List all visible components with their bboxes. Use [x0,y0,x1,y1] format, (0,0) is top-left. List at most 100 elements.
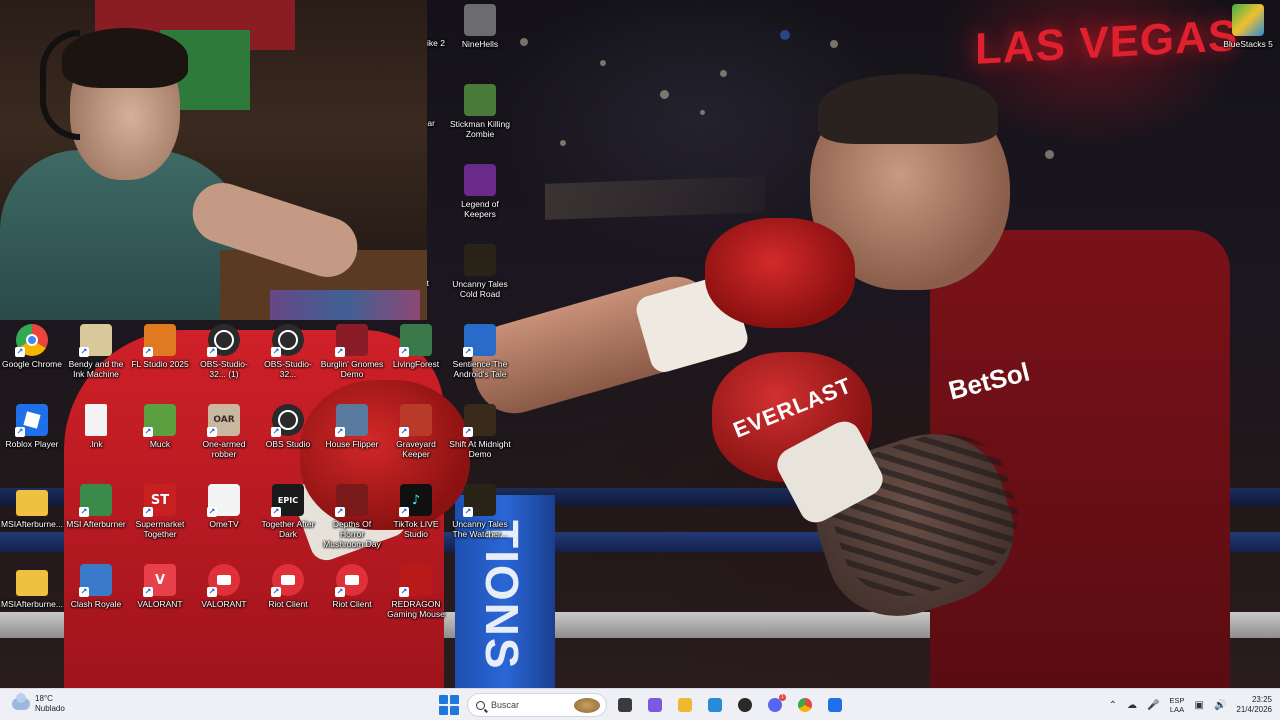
start-button[interactable] [437,693,461,717]
desktop-shortcut-label: Stickman Killing Zombie [450,119,510,139]
bluestacks-icon [1232,4,1264,36]
desktop-shortcut-label: Roblox Player [5,439,59,449]
desktop-shortcut-label: Muck [149,439,171,449]
house-flipper-icon: ↗ [335,404,368,437]
shortcut-arrow-icon: ↗ [15,347,25,357]
desktop-shortcut[interactable]: ST ↗ Supermarket Together [128,484,192,539]
desktop-shortcut[interactable]: ♪ ↗ TikTok LIVE Studio [384,484,448,539]
bendy-icon: ↗ [79,324,112,357]
shortcut-arrow-icon: ↗ [335,427,345,437]
desktop-shortcut[interactable]: NineHells [448,4,512,49]
desktop-shortcut[interactable]: ↗ Shift At Midnight Demo [448,404,512,459]
desktop-shortcut-label: OBS-Studio-32... (1) [200,359,248,379]
desktop-shortcut-label: Burglin' Gnomes Demo [320,359,384,379]
stickman-icon [464,84,496,116]
weather-widget[interactable]: 18°C Nublado [12,693,65,714]
taskbar-app-riot-vanguard[interactable] [823,693,847,717]
search-placeholder: Buscar [491,700,520,710]
taskbar-app-chrome[interactable] [793,693,817,717]
desktop-shortcut[interactable]: MSIAfterburne... [0,564,64,609]
desktop-shortcut[interactable]: ↗ LivingForest [384,324,448,369]
desktop-shortcut-label: REDRAGON Gaming Mouse [387,599,445,619]
chrome-icon [798,698,812,712]
desktop-shortcut-label: Supermarket Together [135,519,185,539]
desktop-shortcut[interactable]: V ↗ VALORANT [128,564,192,609]
desktop-shortcut-label: VALORANT [137,599,183,609]
taskbar-search[interactable]: Buscar [467,693,607,717]
desktop-shortcut[interactable]: ↗ FL Studio 2025 [128,324,192,369]
desktop-shortcut[interactable]: ↗ Burglin' Gnomes Demo [320,324,384,379]
arena-banner [545,176,765,220]
taskbar-app-file-explorer[interactable] [613,693,637,717]
desktop-shortcut[interactable]: ↗ Graveyard Keeper [384,404,448,459]
desktop-shortcut[interactable]: ↗ Depths Of Horror Mushroom Day [320,484,384,549]
taskbar-app-obs[interactable] [733,693,757,717]
desktop-shortcut[interactable]: Stickman Killing Zombie [448,84,512,139]
webcam-overlay[interactable] [0,0,427,320]
language-indicator[interactable]: ESP LAA [1169,696,1184,714]
volume-icon[interactable]: 🔊 [1214,700,1226,711]
desktop-shortcut[interactable]: ↗ Google Chrome [0,324,64,369]
muck-icon: ↗ [143,404,176,437]
desktop-shortcut[interactable]: ↗ MSI Afterburner [64,484,128,529]
shortcut-arrow-icon: ↗ [399,587,409,597]
desktop-shortcut-label: Riot Client [268,599,308,609]
fl-studio-icon: ↗ [143,324,176,357]
desktop-shortcut[interactable]: ↗ House Flipper [320,404,384,449]
supermarket-together-icon: ST ↗ [143,484,176,517]
shortcut-arrow-icon: ↗ [399,507,409,517]
desktop-shortcut[interactable]: EPIC ↗ Together After Dark [256,484,320,539]
desktop-shortcut[interactable]: ↗ REDRAGON Gaming Mouse [384,564,448,619]
desktop-shortcut-label: Bendy and the Ink Machine [68,359,124,379]
taskbar-app-store[interactable] [703,693,727,717]
taskbar-apps: Buscar 1 [437,692,847,718]
desktop-shortcut-label: NineHells [461,39,499,49]
desktop-shortcut[interactable]: ↗ Clash Royale [64,564,128,609]
cloud-sync-icon[interactable]: ☁ [1127,700,1137,711]
desktop-shortcut-label: Riot Client [332,599,372,609]
desktop-shortcut[interactable]: BlueStacks 5 [1216,4,1280,49]
desktop-shortcut[interactable]: ↗ Muck [128,404,192,449]
microphone-icon[interactable]: 🎤 [1147,700,1159,711]
desktop-shortcut[interactable]: ↗ OBS-Studio-32... [256,324,320,379]
desktop-shortcut[interactable]: MSIAfterburne... [0,484,64,529]
desktop-shortcut[interactable]: Uncanny Tales Cold Road [448,244,512,299]
desktop-shortcut[interactable]: Legend of Keepers [448,164,512,219]
desktop-shortcut[interactable]: ↗ VALORANT [192,564,256,609]
taskbar-app-discord[interactable]: 1 [763,693,787,717]
shortcut-arrow-icon: ↗ [143,587,153,597]
desktop-shortcut[interactable]: ↗ OmeTV [192,484,256,529]
taskbar-app-copilot[interactable] [643,693,667,717]
desktop-shortcut[interactable]: .lnk [64,404,128,449]
desktop-shortcut[interactable]: ↗ Roblox Player [0,404,64,449]
folder-icon [678,698,692,712]
store-icon [708,698,722,712]
desktop-shortcut[interactable]: ↗ Uncanny Tales The Watcher... [448,484,512,539]
obs-icon: ↗ [271,324,304,357]
graveyard-keeper-icon: ↗ [399,404,432,437]
desktop-shortcut[interactable]: ↗ Riot Client [320,564,384,609]
ometv-icon: ↗ [207,484,240,517]
taskbar-app-folder[interactable] [673,693,697,717]
desktop-shortcut[interactable]: ↗ OBS Studio [256,404,320,449]
desktop-shortcut[interactable]: ↗ Bendy and the Ink Machine [64,324,128,379]
obs-icon: ↗ [207,324,240,357]
shortcut-arrow-icon: ↗ [271,587,281,597]
desktop-shortcut-label: MSIAfterburne... [1,519,63,529]
chevron-up-icon[interactable]: ⌃ [1109,700,1117,711]
desktop-shortcut[interactable]: ↗ OBS-Studio-32... (1) [192,324,256,379]
desktop-shortcut[interactable]: OAR ↗ One-armed robber [192,404,256,459]
desktop-shortcut-label: Google Chrome [1,359,62,369]
desktop-shortcut[interactable]: ↗ Riot Client [256,564,320,609]
desktop-shortcut[interactable]: ↗ Sentience The Android's Tale [448,324,512,379]
desktop-shortcut-label: Shift At Midnight Demo [449,439,511,459]
riot-client-icon: ↗ [207,564,240,597]
cloud-icon [12,693,30,710]
ninehells-icon [464,4,496,36]
clock[interactable]: 23:25 21/4/2026 [1236,695,1272,715]
valorant-icon: V ↗ [143,564,176,597]
epic-games-icon: EPIC ↗ [271,484,304,517]
folder-icon [16,570,48,596]
monitor-icon[interactable]: ▣ [1195,700,1204,711]
punching-glove [705,218,855,328]
